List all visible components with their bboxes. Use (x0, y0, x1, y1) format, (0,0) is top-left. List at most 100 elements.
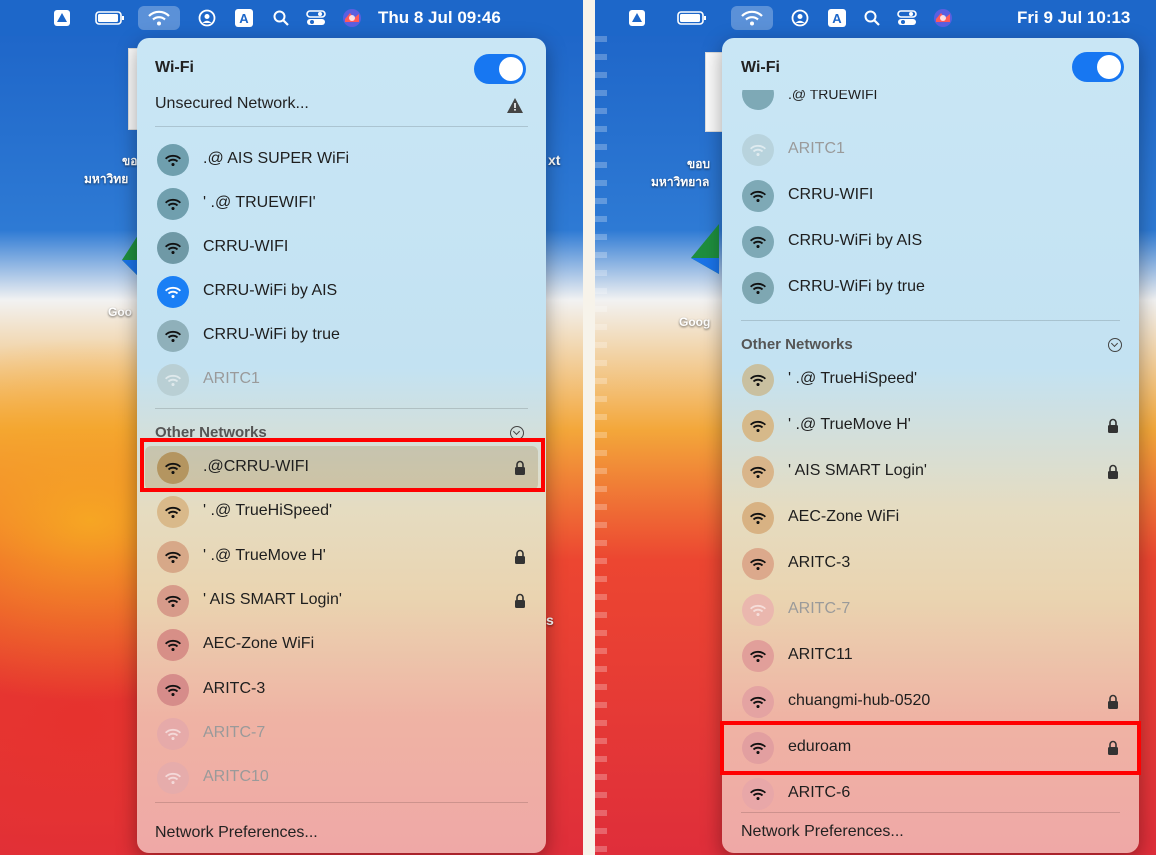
wifi-signal-icon (742, 410, 774, 442)
wifi-signal-icon (157, 540, 189, 573)
battery-icon[interactable] (94, 6, 126, 30)
network-name: CRRU-WiFi by true (203, 326, 340, 343)
wifi-signal-icon (157, 144, 189, 176)
left-screenshot: ขอ มหาวิทย xt Goo s A Thu 8 Jul 09:46 Wi… (0, 0, 583, 855)
control-center-icon[interactable] (895, 6, 919, 30)
desktop-label: มหาวิทยาล (651, 175, 710, 189)
wifi-network-row[interactable]: CRRU-WIFI (722, 174, 1139, 218)
menu-bar-clock[interactable]: Thu 8 Jul 09:46 (378, 8, 501, 28)
network-name: ARITC-7 (203, 723, 266, 741)
wifi-signal-icon (157, 717, 189, 750)
wifi-signal-icon (157, 232, 189, 264)
network-name: ARITC10 (203, 768, 269, 786)
wifi-signal-icon (157, 496, 189, 529)
separator (155, 126, 528, 127)
menu-bar-clock[interactable]: Fri 9 Jul 10:13 (1017, 8, 1130, 28)
wifi-signal-icon (742, 640, 774, 672)
network-name: ' .@ TRUEWIFI' (203, 194, 316, 211)
drive-icon[interactable] (625, 6, 649, 30)
siri-icon[interactable] (340, 6, 364, 30)
network-name: ' AIS SMART Login' (203, 590, 342, 608)
right-screenshot: ขอบ มหาวิทยาล Goog A Fri 9 Jul 10:13 Wi-… (595, 0, 1156, 855)
wifi-network-row[interactable]: .@ AIS SUPER WiFi (137, 138, 546, 182)
wifi-network-row[interactable]: ' .@ TrueMove H' (137, 535, 546, 579)
wifi-network-row[interactable]: ' .@ TrueMove H' (722, 404, 1139, 448)
wifi-menu-title: Wi-Fi (155, 59, 194, 76)
network-name: ARITC-3 (788, 554, 851, 571)
red-highlight-box (140, 438, 545, 492)
wifi-network-row[interactable]: ARITC-7 (722, 588, 1139, 632)
wifi-icon[interactable] (138, 6, 180, 30)
wifi-signal-icon (157, 188, 189, 220)
input-source-icon[interactable]: A (825, 6, 849, 30)
wifi-network-row[interactable]: CRRU-WIFI (137, 226, 546, 270)
wifi-signal-icon (157, 320, 189, 352)
wifi-icon[interactable] (731, 6, 773, 30)
network-name: ARITC1 (788, 140, 845, 157)
screenshot-divider (583, 0, 595, 855)
network-name: ' .@ TrueHiSpeed' (203, 502, 333, 520)
search-icon[interactable] (270, 6, 292, 30)
wifi-network-row[interactable]: ARITC-3 (722, 542, 1139, 586)
user-icon[interactable] (196, 6, 218, 30)
network-name: .@ AIS SUPER WiFi (203, 150, 350, 167)
wifi-network-row[interactable]: CRRU-WiFi by AIS (722, 220, 1139, 264)
wifi-network-row[interactable]: ' .@ TrueHiSpeed' (137, 490, 546, 534)
siri-icon[interactable] (931, 6, 955, 30)
unsecured-network-item[interactable]: Unsecured Network... (155, 95, 309, 113)
wifi-network-row[interactable]: CRRU-WiFi by true (137, 314, 546, 358)
network-name: ' AIS SMART Login' (788, 462, 927, 479)
other-networks-header: Other Networks (741, 336, 853, 353)
drive-icon[interactable] (50, 6, 74, 30)
wifi-network-row[interactable]: ARITC1 (137, 358, 546, 402)
user-icon[interactable] (789, 6, 811, 30)
wifi-signal-icon (157, 364, 189, 396)
network-preferences-item[interactable]: Network Preferences... (155, 824, 318, 842)
network-name: ARITC-7 (788, 600, 851, 617)
wifi-signal-icon (742, 90, 774, 110)
wifi-network-row[interactable]: ARITC10 (137, 756, 546, 800)
separator (155, 802, 528, 803)
control-center-icon[interactable] (304, 6, 328, 30)
wifi-toggle[interactable] (474, 54, 526, 84)
network-name: CRRU-WIFI (203, 238, 289, 255)
network-name: ARITC-3 (203, 679, 266, 697)
wifi-network-row[interactable]: ARITC11 (722, 634, 1139, 678)
network-preferences-item[interactable]: Network Preferences... (741, 823, 904, 841)
wifi-network-row[interactable]: ' .@ TrueHiSpeed' (722, 358, 1139, 402)
menu-bar: A Thu 8 Jul 09:46 (0, 0, 583, 36)
wifi-network-row[interactable]: CRRU-WiFi by true (722, 266, 1139, 310)
wifi-network-row[interactable]: ARITC1 (722, 128, 1139, 172)
wifi-network-row[interactable]: ARITC-7 (137, 712, 546, 756)
wifi-network-row[interactable]: ARITC-3 (137, 668, 546, 712)
desktop-label: xt (548, 152, 561, 168)
wifi-signal-icon (742, 134, 774, 166)
wifi-network-row[interactable]: ARITC-6 (722, 772, 1139, 816)
google-drive-icon[interactable] (689, 224, 719, 274)
input-source-icon[interactable]: A (232, 6, 256, 30)
desktop-label: ขอ (122, 154, 138, 168)
wifi-signal-icon (742, 502, 774, 534)
wifi-signal-icon (742, 686, 774, 718)
network-name: .@ TRUEWIFI (788, 90, 878, 102)
wifi-network-row[interactable]: .@ TRUEWIFI (722, 90, 1139, 112)
wifi-signal-icon (742, 226, 774, 258)
battery-icon[interactable] (675, 6, 709, 30)
separator (741, 812, 1120, 813)
wifi-signal-icon (157, 584, 189, 617)
wifi-network-row[interactable]: CRRU-WiFi by AIS (137, 270, 546, 314)
wifi-network-row[interactable]: chuangmi-hub-0520 (722, 680, 1139, 724)
wifi-network-row[interactable]: AEC-Zone WiFi (137, 623, 546, 667)
search-icon[interactable] (861, 6, 883, 30)
network-name: chuangmi-hub-0520 (788, 692, 931, 709)
wifi-toggle[interactable] (1072, 52, 1124, 82)
network-name: CRRU-WiFi by AIS (203, 282, 338, 299)
network-name: ' .@ TrueMove H' (788, 416, 911, 433)
warning-icon (507, 98, 523, 113)
wifi-network-row[interactable]: AEC-Zone WiFi (722, 496, 1139, 540)
desktop-label: Goog (679, 315, 711, 329)
wifi-network-row[interactable]: ' AIS SMART Login' (722, 450, 1139, 494)
wifi-network-row[interactable]: ' AIS SMART Login' (137, 579, 546, 623)
wifi-network-row[interactable]: ' .@ TRUEWIFI' (137, 182, 546, 226)
chevron-down-icon[interactable] (1108, 338, 1122, 352)
